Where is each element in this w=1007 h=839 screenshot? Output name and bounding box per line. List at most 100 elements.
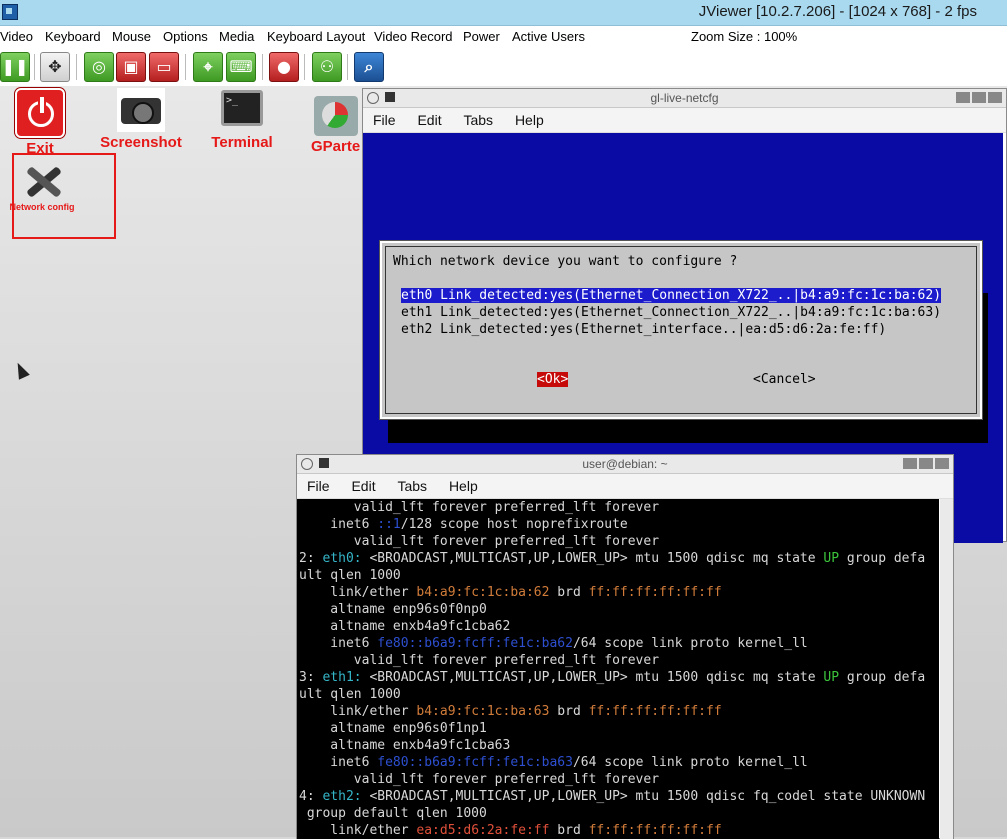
- terminal-line: link/ether b4:a9:fc:1c:ba:63 brd ff:ff:f…: [299, 704, 722, 719]
- power-button[interactable]: ⚇: [312, 52, 342, 82]
- menu-options[interactable]: Options: [163, 29, 208, 44]
- desktop-icon-label: GParte: [311, 138, 361, 155]
- fullscreen-button[interactable]: ✥: [40, 52, 70, 82]
- desktop-icon-gparted[interactable]: GParte: [308, 96, 364, 155]
- menu-tabs[interactable]: Tabs: [463, 112, 493, 128]
- menu-file[interactable]: File: [307, 478, 330, 494]
- device-option-eth1[interactable]: eth1 Link_detected:yes(Ethernet_Connecti…: [401, 305, 941, 320]
- desktop-icon-exit[interactable]: Exit: [14, 88, 66, 157]
- fullscreen-icon: ✥: [48, 57, 62, 76]
- terminal-scrollbar[interactable]: [940, 499, 953, 839]
- close-icon[interactable]: [935, 458, 949, 469]
- menu-keyboard-layout[interactable]: Keyboard Layout: [267, 29, 365, 44]
- device-option-eth0[interactable]: eth0 Link_detected:yes(Ethernet_Connecti…: [401, 288, 942, 303]
- desktop-icon-network-config[interactable]: Network config: [4, 158, 80, 212]
- menu-edit[interactable]: Edit: [351, 478, 375, 494]
- mouse-button[interactable]: ⌖: [193, 52, 223, 82]
- usb-icon: ▭: [156, 57, 172, 76]
- menu-keyboard[interactable]: Keyboard: [45, 29, 101, 44]
- toolbar: ❚❚ ✥ ◎ ▣ ▭ ⌖ ⌨ ● ⚇ ⌕: [0, 48, 1007, 86]
- toolbar-separator: [262, 54, 263, 80]
- desktop-icon-label: Network config: [9, 202, 75, 212]
- terminal-line: altname enp96s0f1np1: [299, 721, 487, 736]
- mouse-icon: ⌖: [203, 57, 213, 76]
- video-record-button[interactable]: ●: [269, 52, 299, 82]
- terminal-window[interactable]: user@debian: ~ File Edit Tabs Help valid…: [296, 454, 954, 839]
- maximize-icon[interactable]: [972, 92, 986, 103]
- floppy-media-button[interactable]: ▣: [116, 52, 146, 82]
- desktop-icon-label: Terminal: [211, 134, 273, 151]
- keyboard-button[interactable]: ⌨: [226, 52, 256, 82]
- terminal-line: 2: eth0: <BROADCAST,MULTICAST,UP,LOWER_U…: [299, 551, 926, 566]
- dialog-question: Which network device you want to configu…: [393, 254, 738, 269]
- terminal-line: link/ether ea:d5:d6:2a:fe:ff brd ff:ff:f…: [299, 823, 722, 838]
- menu-power[interactable]: Power: [463, 29, 500, 44]
- terminal-line: group default qlen 1000: [299, 806, 487, 821]
- terminal-line: link/ether b4:a9:fc:1c:ba:62 brd ff:ff:f…: [299, 585, 722, 600]
- record-icon: ●: [277, 57, 291, 76]
- gparted-icon: [314, 96, 358, 136]
- close-icon[interactable]: [988, 92, 1002, 103]
- window-menu-bar: File Edit Tabs Help: [363, 108, 1006, 133]
- jviewer-logo-icon: [2, 4, 18, 20]
- menu-mouse[interactable]: Mouse: [112, 29, 151, 44]
- menu-file[interactable]: File: [373, 112, 396, 128]
- terminal-output[interactable]: valid_lft forever preferred_lft forever …: [297, 499, 939, 839]
- floppy-icon: ▣: [123, 57, 139, 76]
- terminal-line: ult qlen 1000: [299, 568, 401, 583]
- window-title: gl-live-netcfg: [650, 91, 719, 105]
- toolbar-separator: [185, 54, 186, 80]
- window-menu-bar: File Edit Tabs Help: [297, 474, 953, 499]
- ok-button[interactable]: <Ok>: [537, 372, 569, 387]
- pause-button[interactable]: ❚❚: [0, 52, 30, 82]
- menu-media[interactable]: Media: [219, 29, 254, 44]
- camera-icon: [117, 88, 165, 132]
- menu-bar: Video Keyboard Mouse Options Media Keybo…: [0, 26, 1007, 49]
- cd-icon: ◎: [92, 57, 106, 76]
- window-titlebar[interactable]: user@debian: ~: [297, 455, 953, 474]
- terminal-line: inet6 fe80::b6a9:fcff:fe1c:ba62/64 scope…: [299, 636, 808, 651]
- app-titlebar: JViewer [10.2.7.206] - [1024 x 768] - 2 …: [0, 0, 1007, 26]
- terminal-line: valid_lft forever preferred_lft forever: [299, 500, 660, 515]
- terminal-icon: >_: [221, 90, 263, 126]
- toolbar-separator: [304, 54, 305, 80]
- keyboard-icon: ⌨: [229, 57, 253, 76]
- window-titlebar[interactable]: gl-live-netcfg: [363, 89, 1006, 108]
- menu-video[interactable]: Video: [0, 29, 33, 44]
- terminal-line: inet6 fe80::b6a9:fcff:fe1c:ba63/64 scope…: [299, 755, 808, 770]
- menu-help[interactable]: Help: [449, 478, 478, 494]
- window-controls: [954, 92, 1002, 106]
- window-controls: [901, 458, 949, 472]
- desktop-icon-terminal[interactable]: >_ Terminal: [206, 90, 278, 151]
- menu-tabs[interactable]: Tabs: [397, 478, 427, 494]
- menu-video-record[interactable]: Video Record: [374, 29, 453, 44]
- power-icon: ⚇: [319, 57, 335, 76]
- device-select-dialog: Which network device you want to configu…: [379, 240, 983, 420]
- cd-media-button[interactable]: ◎: [84, 52, 114, 82]
- desktop-icon-label: Screenshot: [100, 134, 182, 151]
- menu-help[interactable]: Help: [515, 112, 544, 128]
- toolbar-separator: [34, 54, 35, 80]
- tools-icon: [18, 158, 66, 202]
- menu-active-users[interactable]: Active Users: [512, 29, 585, 44]
- usb-media-button[interactable]: ▭: [149, 52, 179, 82]
- cancel-button[interactable]: <Cancel>: [753, 372, 816, 387]
- maximize-icon[interactable]: [919, 458, 933, 469]
- minimize-icon[interactable]: [903, 458, 917, 469]
- terminal-line: ult qlen 1000: [299, 687, 401, 702]
- minimize-icon[interactable]: [956, 92, 970, 103]
- desktop-icon-screenshot[interactable]: Screenshot: [96, 88, 186, 151]
- mouse-cursor-icon: [12, 360, 30, 380]
- terminal-line: valid_lft forever preferred_lft forever: [299, 772, 660, 787]
- zoom-button[interactable]: ⌕: [354, 52, 384, 82]
- menu-edit[interactable]: Edit: [417, 112, 441, 128]
- terminal-line: inet6 ::1/128 scope host noprefixroute: [299, 517, 628, 532]
- toolbar-separator: [347, 54, 348, 80]
- terminal-line: altname enxb4a9fc1cba62: [299, 619, 511, 634]
- pause-icon: ❚❚: [1, 57, 29, 76]
- device-option-eth2[interactable]: eth2 Link_detected:yes(Ethernet_interfac…: [401, 322, 886, 337]
- terminal-line: valid_lft forever preferred_lft forever: [299, 534, 660, 549]
- terminal-line: altname enp96s0f0np0: [299, 602, 487, 617]
- terminal-line: altname enxb4a9fc1cba63: [299, 738, 511, 753]
- terminal-line: 3: eth1: <BROADCAST,MULTICAST,UP,LOWER_U…: [299, 670, 926, 685]
